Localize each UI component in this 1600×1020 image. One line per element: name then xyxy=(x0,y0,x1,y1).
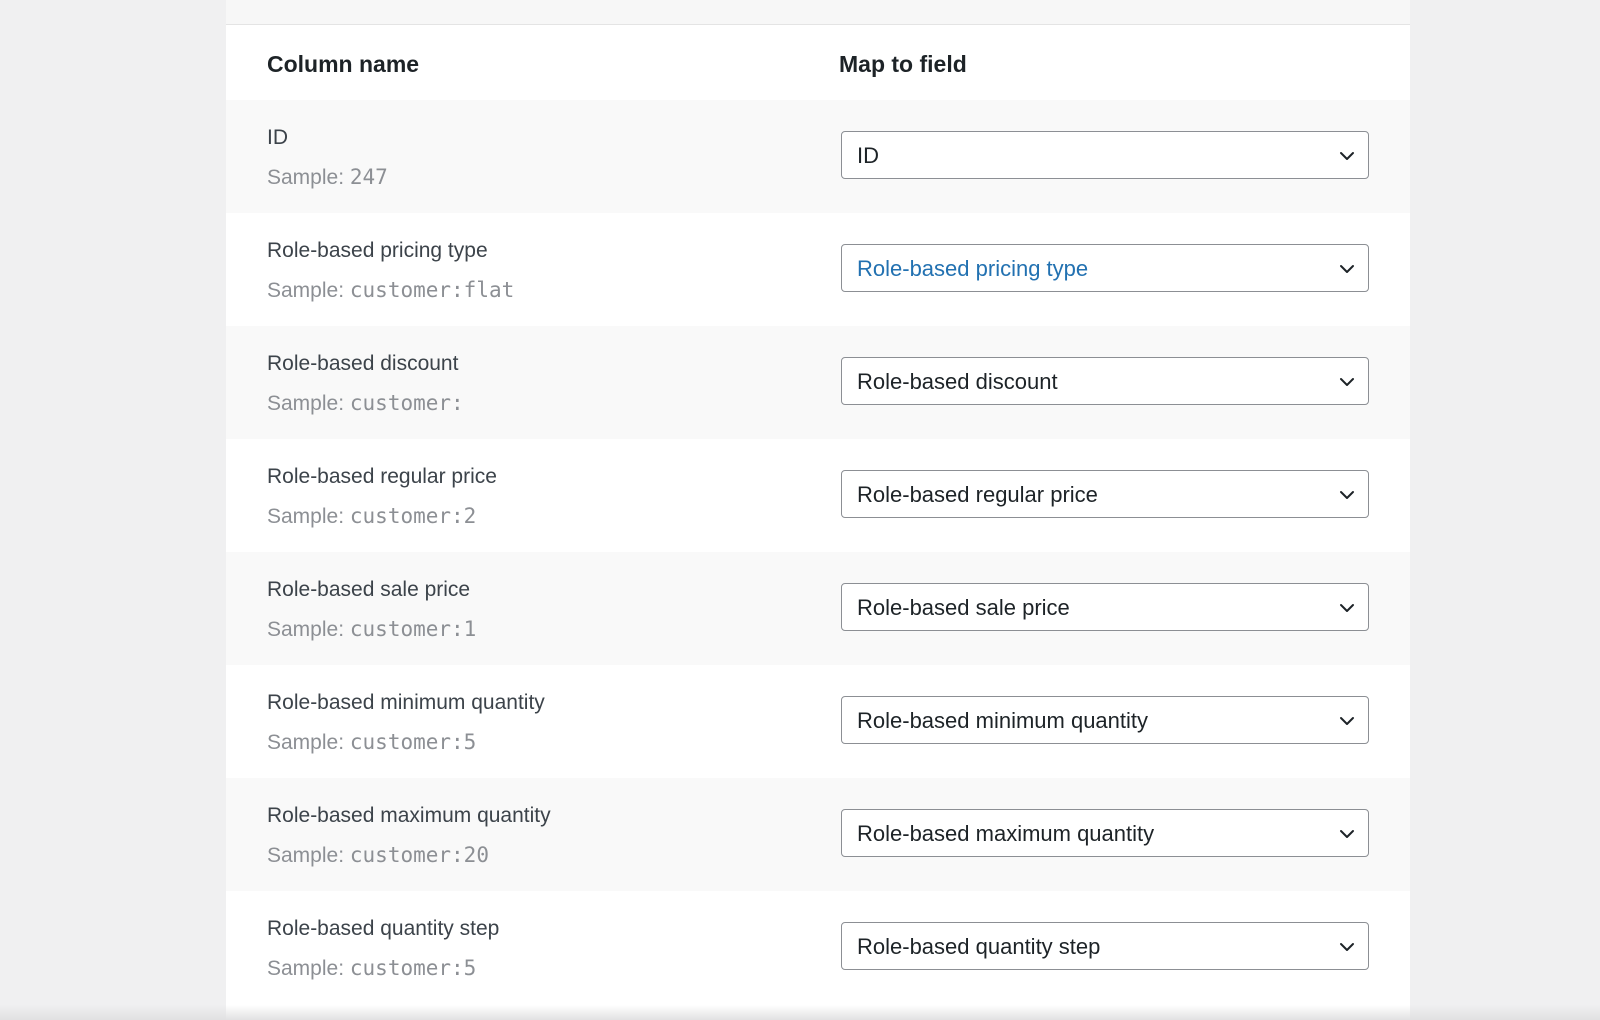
chevron-down-icon xyxy=(1338,712,1356,730)
sample-value: customer:20 xyxy=(349,843,489,867)
selected-field: ID xyxy=(857,143,879,168)
table-row: Role-based pricing type Sample: customer:… xyxy=(226,213,1410,326)
selected-field: Role-based regular price xyxy=(857,482,1098,507)
column-name: Role-based quantity step xyxy=(267,917,500,940)
column-name: Role-based maximum quantity xyxy=(267,804,551,827)
column-mapping-panel: Column name Map to field ID Sample: 247 ID… xyxy=(226,0,1410,1020)
column-name-header: Column name xyxy=(267,51,420,77)
sample-value: customer:5 xyxy=(349,956,477,980)
sample-label: Sample: xyxy=(267,392,345,415)
sample-text: Sample: customer:flat xyxy=(267,277,514,304)
map-to-field-select[interactable]: Role-based pricing type xyxy=(841,244,1369,292)
table-row: Role-based minimum quantity Sample: custo… xyxy=(226,665,1410,778)
sample-label: Sample: xyxy=(267,731,345,754)
sample-value: customer:5 xyxy=(349,730,477,754)
table-row: Role-based sale price Sample: customer:1 R… xyxy=(226,552,1410,665)
sample-text: Sample: customer:5 xyxy=(267,729,476,756)
sample-label: Sample: xyxy=(267,957,345,980)
map-to-field-select[interactable]: Role-based sale price xyxy=(841,583,1369,631)
chevron-down-icon xyxy=(1338,260,1356,278)
map-to-field-select[interactable]: Role-based minimum quantity xyxy=(841,696,1369,744)
sample-value: customer:1 xyxy=(349,617,477,641)
table-row: Role-based discount Sample: customer: Role… xyxy=(226,326,1410,439)
map-to-field-header: Map to field xyxy=(839,51,967,77)
page: Column name Map to field ID Sample: 247 ID… xyxy=(0,0,1600,1020)
map-to-field-select[interactable]: ID xyxy=(841,131,1369,179)
column-name: Role-based regular price xyxy=(267,465,497,488)
sample-label: Sample: xyxy=(267,505,345,528)
selected-field: Role-based quantity step xyxy=(857,934,1101,959)
column-name: Role-based discount xyxy=(267,352,459,375)
map-to-field-select[interactable]: Role-based discount xyxy=(841,357,1369,405)
sample-value: customer: xyxy=(349,391,464,415)
sample-text: Sample: customer:2 xyxy=(267,503,476,530)
column-name: Role-based sale price xyxy=(267,578,471,601)
chevron-down-icon xyxy=(1338,825,1356,843)
selected-field: Role-based sale price xyxy=(857,595,1070,620)
table-header: Column name Map to field xyxy=(226,25,1410,100)
selected-field: Role-based minimum quantity xyxy=(857,708,1149,733)
sample-text: Sample: customer:5 xyxy=(267,955,476,982)
sample-label: Sample: xyxy=(267,618,345,641)
chevron-down-icon xyxy=(1338,938,1356,956)
sample-label: Sample: xyxy=(267,166,345,189)
table-row: Role-based regular price Sample: customer… xyxy=(226,439,1410,552)
bottom-fade xyxy=(0,1005,1600,1020)
sample-text: Sample: customer: xyxy=(267,390,464,417)
map-to-field-select[interactable]: Role-based maximum quantity xyxy=(841,809,1369,857)
table-row: ID Sample: 247 ID xyxy=(226,100,1410,213)
sample-label: Sample: xyxy=(267,279,345,302)
sample-value: customer:flat xyxy=(349,278,515,302)
column-name: Role-based minimum quantity xyxy=(267,691,545,714)
chevron-down-icon xyxy=(1338,147,1356,165)
mapping-rows: ID Sample: 247 ID Role-based pricing type Sa… xyxy=(226,100,1410,1004)
chevron-down-icon xyxy=(1338,486,1356,504)
panel-top-strip xyxy=(226,0,1410,25)
selected-field: Role-based discount xyxy=(857,369,1058,394)
selected-field: Role-based pricing type xyxy=(857,256,1089,281)
sample-text: Sample: 247 xyxy=(267,164,388,191)
table-row: Role-based maximum quantity Sample: custo… xyxy=(226,778,1410,891)
map-to-field-select[interactable]: Role-based regular price xyxy=(841,470,1369,518)
sample-text: Sample: customer:20 xyxy=(267,842,489,869)
chevron-down-icon xyxy=(1338,599,1356,617)
sample-text: Sample: customer:1 xyxy=(267,616,476,643)
chevron-down-icon xyxy=(1338,373,1356,391)
sample-value: customer:2 xyxy=(349,504,477,528)
column-name: ID xyxy=(267,126,288,149)
selected-field: Role-based maximum quantity xyxy=(857,821,1155,846)
sample-label: Sample: xyxy=(267,844,345,867)
column-name: Role-based pricing type xyxy=(267,239,488,262)
table-row: Role-based quantity step Sample: customer… xyxy=(226,891,1410,1004)
map-to-field-select[interactable]: Role-based quantity step xyxy=(841,922,1369,970)
sample-value: 247 xyxy=(349,165,388,189)
